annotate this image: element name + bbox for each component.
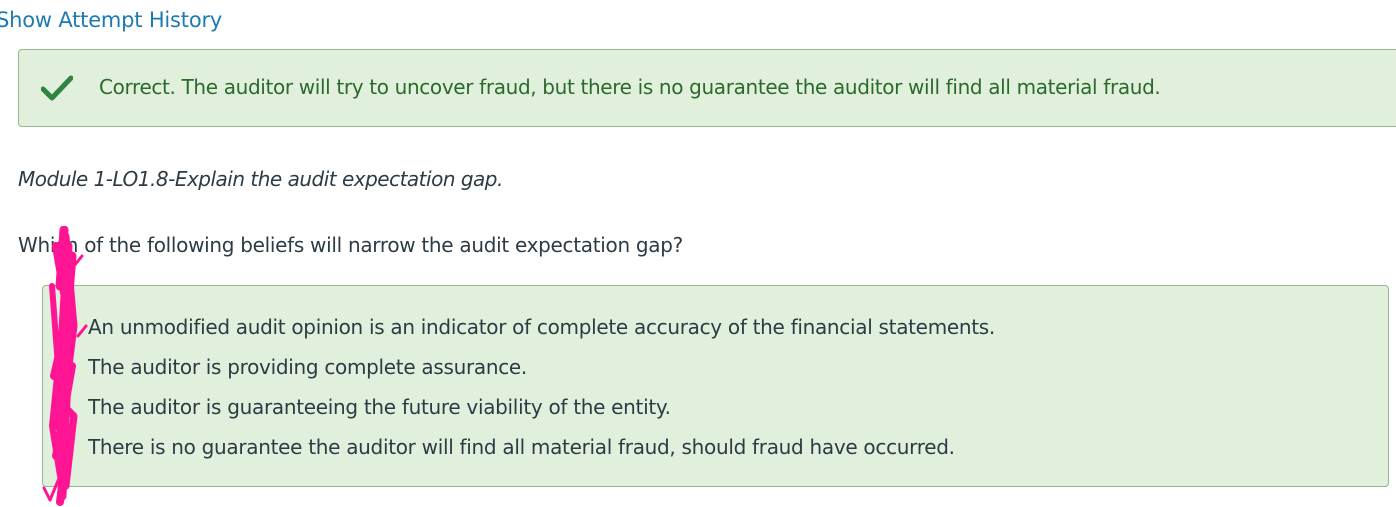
feedback-message: Correct. The auditor will try to uncover… bbox=[99, 75, 1161, 99]
correct-feedback-banner: Correct. The auditor will try to uncover… bbox=[18, 49, 1396, 127]
answer-option[interactable]: An unmodified audit opinion is an indica… bbox=[88, 315, 995, 339]
answer-option[interactable]: The auditor is guaranteeing the future v… bbox=[88, 395, 671, 419]
question-prompt: Which of the following beliefs will narr… bbox=[18, 233, 683, 257]
answer-option[interactable]: There is no guarantee the auditor will f… bbox=[88, 435, 955, 459]
answer-options-panel: An unmodified audit opinion is an indica… bbox=[42, 285, 1389, 487]
quiz-result-page: Show Attempt History Correct. The audito… bbox=[0, 0, 1396, 507]
show-attempt-history-link[interactable]: Show Attempt History bbox=[0, 8, 222, 32]
module-objective: Module 1-LO1.8-Explain the audit expecta… bbox=[18, 167, 503, 191]
checkmark-icon bbox=[41, 75, 73, 101]
answer-option[interactable]: The auditor is providing complete assura… bbox=[88, 355, 527, 379]
